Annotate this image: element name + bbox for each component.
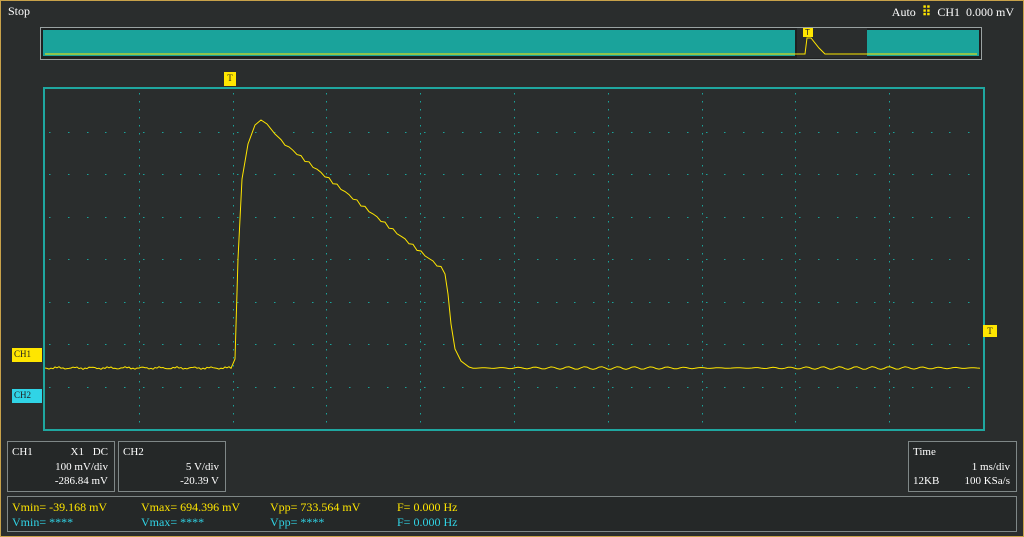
- memory-overview[interactable]: T: [40, 27, 982, 60]
- ch1-vmin: Vmin= -39.168 mV: [12, 500, 108, 514]
- ch1-scale: 100 mV/div: [55, 461, 108, 473]
- trigger-level-marker[interactable]: T: [983, 325, 997, 337]
- ch2-ground-marker[interactable]: CH2: [12, 389, 42, 403]
- sample-rate: 100 KSa/s: [964, 475, 1010, 487]
- ch1-waveform: [45, 119, 981, 371]
- ch1-trace-line: [45, 119, 981, 371]
- ch1-coupling: DC: [92, 446, 108, 458]
- trigger-status[interactable]: Auto ⠿ CH1 0.000 mV: [892, 4, 1014, 20]
- memory-depth: 12KB: [913, 475, 940, 487]
- measurement-bar[interactable]: Vmin= -39.168 mV Vmax= 694.396 mV Vpp= 7…: [7, 496, 1017, 532]
- ch2-vmin: Vmin= ****: [12, 515, 74, 529]
- waveform-display[interactable]: [43, 87, 985, 431]
- ch2-vpp: Vpp= ****: [270, 515, 325, 529]
- svg-text:T: T: [805, 28, 810, 37]
- timebase-panel[interactable]: Time 1 ms/div 12KB 100 KSa/s: [908, 441, 1017, 492]
- ch2-freq: F= 0.000 Hz: [397, 515, 458, 529]
- ch2-offset: -20.39 V: [180, 475, 219, 487]
- ch2-vmax: Vmax= ****: [141, 515, 205, 529]
- ch1-offset: -286.84 mV: [54, 475, 108, 487]
- ch1-vmax: Vmax= 694.396 mV: [141, 500, 241, 514]
- ch2-panel-label: CH2: [123, 446, 144, 458]
- ch1-freq: F= 0.000 Hz: [397, 500, 458, 514]
- trigger-position-marker[interactable]: T: [224, 72, 236, 86]
- ch1-settings-panel[interactable]: CH1 X1 DC 100 mV/div -286.84 mV: [7, 441, 115, 492]
- ch2-settings-panel[interactable]: CH2 5 V/div -20.39 V: [118, 441, 226, 492]
- ch1-vpp: Vpp= 733.564 mV: [270, 500, 361, 514]
- rising-edge-icon: ⠿: [921, 4, 932, 19]
- trigger-mode: Auto: [891, 4, 916, 19]
- ch2-scale: 5 V/div: [185, 461, 219, 473]
- timebase-label: Time: [913, 446, 936, 458]
- ch1-probe: X1: [70, 446, 84, 458]
- ch1-ground-marker[interactable]: CH1: [12, 348, 42, 362]
- run-state[interactable]: Stop: [8, 4, 30, 19]
- trigger-level: 0.000 mV: [966, 4, 1014, 19]
- timebase-scale: 1 ms/div: [971, 461, 1010, 473]
- trigger-source: CH1: [937, 4, 960, 19]
- ch1-panel-label: CH1: [12, 446, 33, 458]
- overview-trace: T: [45, 28, 977, 55]
